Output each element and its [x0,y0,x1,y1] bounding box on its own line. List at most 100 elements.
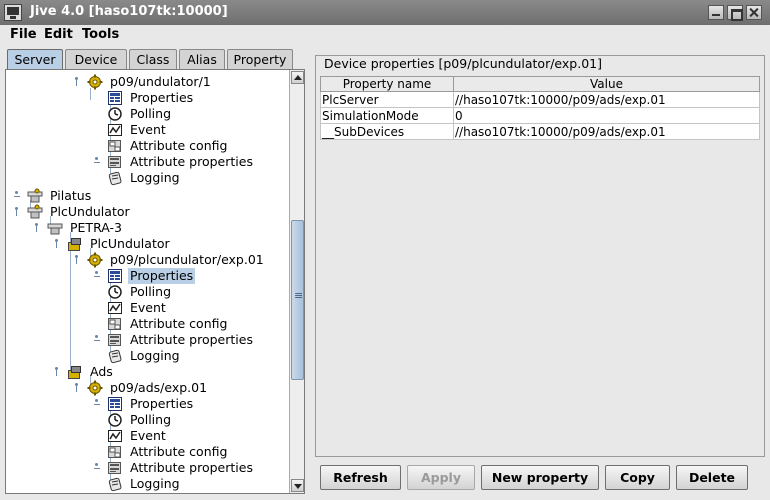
tree-node[interactable]: p09/undulator/1 [86,74,289,90]
tree-expanded-handle-icon[interactable] [72,383,81,393]
event-icon [106,122,124,138]
tree-collapsed-handle-icon[interactable] [92,463,101,473]
tree-node[interactable]: Event [106,300,289,316]
tree-node[interactable]: Attribute properties [106,332,289,348]
tree-node-label: Polling [130,284,172,299]
tree-connector-line [70,248,71,372]
property-name-cell[interactable]: PlcServer [320,91,454,108]
tab-property[interactable]: Property [227,49,293,69]
delete-button[interactable]: Delete [676,465,748,490]
tree-node[interactable]: Pilatus [26,188,289,204]
apply-button[interactable]: Apply [407,465,475,490]
device-gear-icon [86,380,104,396]
copy-button[interactable]: Copy [605,465,670,490]
refresh-button[interactable]: Refresh [320,465,401,490]
tree-node-label: Polling [130,412,172,427]
class-icon [66,364,84,380]
tab-class[interactable]: Class [129,49,177,69]
tree-node-label: Pilatus [50,188,92,203]
tree-node[interactable]: Polling [106,106,289,122]
tree-node[interactable]: PETRA-3 [46,220,289,236]
tree-node[interactable]: Logging [106,476,289,492]
tree-node[interactable]: Attribute config [106,138,289,154]
tab-device[interactable]: Device [65,49,127,69]
tree-node[interactable]: Logging [106,170,289,186]
device-gear-icon [86,252,104,268]
left-panel: Server Device Class Alias Property p09/u… [5,47,305,494]
maximize-button[interactable] [727,5,743,21]
tree-node-label: PlcUndulator [90,236,170,251]
tree-expanded-handle-icon[interactable] [72,77,81,87]
menu-tools[interactable]: Tools [82,27,119,42]
tree-expanded-handle-icon[interactable] [72,255,81,265]
tree-node[interactable]: Attribute properties [106,154,289,170]
tree-expanded-handle-icon[interactable] [32,223,41,233]
property-value-cell[interactable]: 0 [453,107,760,124]
polling-clock-icon [106,284,124,300]
tree-node[interactable]: Properties [106,396,289,412]
server-icon [26,188,44,204]
tree-collapsed-handle-icon[interactable] [92,399,101,409]
tree-vertical-scrollbar[interactable] [289,70,304,493]
attribute-properties-icon [106,332,124,348]
column-header-value[interactable]: Value [453,76,760,92]
tree-node[interactable]: Properties [106,90,289,106]
tree-node[interactable]: p09/ads/exp.01 [86,380,289,396]
tree-node[interactable]: Ads [66,364,289,380]
table-row[interactable]: PlcServer //haso107tk:10000/p09/ads/exp.… [320,91,760,108]
table-row[interactable]: SimulationMode 0 [320,107,760,124]
tree-node-label: Attribute config [130,316,228,331]
close-button[interactable] [746,5,762,20]
scroll-thumb[interactable] [291,220,304,380]
panel-title: Device properties [p09/plcundulator/exp.… [321,56,605,71]
tree-node[interactable]: PlcUndulator [26,204,289,220]
tree-collapsed-handle-icon[interactable] [92,271,101,281]
menu-file[interactable]: File [10,27,37,42]
tree-collapsed-handle-icon[interactable] [92,157,101,167]
attribute-properties-icon [106,460,124,476]
tree-node[interactable]: Event [106,428,289,444]
tree-node[interactable]: p09/plcundulator/exp.01 [86,252,289,268]
polling-clock-icon [106,412,124,428]
tree-node[interactable]: Logging [106,348,289,364]
tree-node[interactable]: Polling [106,412,289,428]
property-value-cell[interactable]: //haso107tk:10000/p09/ads/exp.01 [453,123,760,140]
property-value-cell[interactable]: //haso107tk:10000/p09/ads/exp.01 [453,91,760,108]
window-title: Jive 4.0 [haso107tk:10000] [30,4,228,19]
menu-edit[interactable]: Edit [44,27,73,42]
table-header-row: Property name Value [320,76,760,92]
tree-expanded-handle-icon[interactable] [12,207,21,217]
tree-node-label: Properties [130,396,194,411]
tree-collapsed-handle-icon[interactable] [12,191,21,201]
jive-app-icon[interactable] [4,4,22,21]
attribute-config-icon [106,138,124,154]
tree-expanded-handle-icon[interactable] [52,367,61,377]
tree-node-label: Polling [130,106,172,121]
tree-node[interactable]: PlcUndulator [66,236,289,252]
event-icon [106,300,124,316]
tree-node-label: p09/undulator/1 [110,74,211,89]
table-row[interactable]: __SubDevices //haso107tk:10000/p09/ads/e… [320,123,760,140]
tree-node[interactable]: Attribute config [106,316,289,332]
tree-node-label: Logging [130,476,180,491]
new-property-button[interactable]: New property [481,465,599,490]
device-gear-icon [86,74,104,90]
scroll-down-arrow-icon[interactable] [291,479,304,492]
tree-expanded-handle-icon[interactable] [52,239,61,249]
properties-icon [106,268,124,284]
column-header-property-name[interactable]: Property name [320,76,454,92]
tree-node[interactable]: Attribute config [106,444,289,460]
scroll-up-arrow-icon[interactable] [291,71,304,84]
tree-node[interactable]: Polling [106,284,289,300]
tree-collapsed-handle-icon[interactable] [92,335,101,345]
tree-node-label: Attribute config [130,444,228,459]
property-name-cell[interactable]: SimulationMode [320,107,454,124]
tree-node[interactable]: Properties [106,268,289,284]
menu-bar: File Edit Tools [0,25,770,45]
tab-server[interactable]: Server [7,49,63,69]
tab-alias[interactable]: Alias [179,49,225,69]
tree-node[interactable]: Event [106,122,289,138]
property-name-cell[interactable]: __SubDevices [320,123,454,140]
tree-node[interactable]: Attribute properties [106,460,289,476]
minimize-button[interactable] [708,5,724,20]
